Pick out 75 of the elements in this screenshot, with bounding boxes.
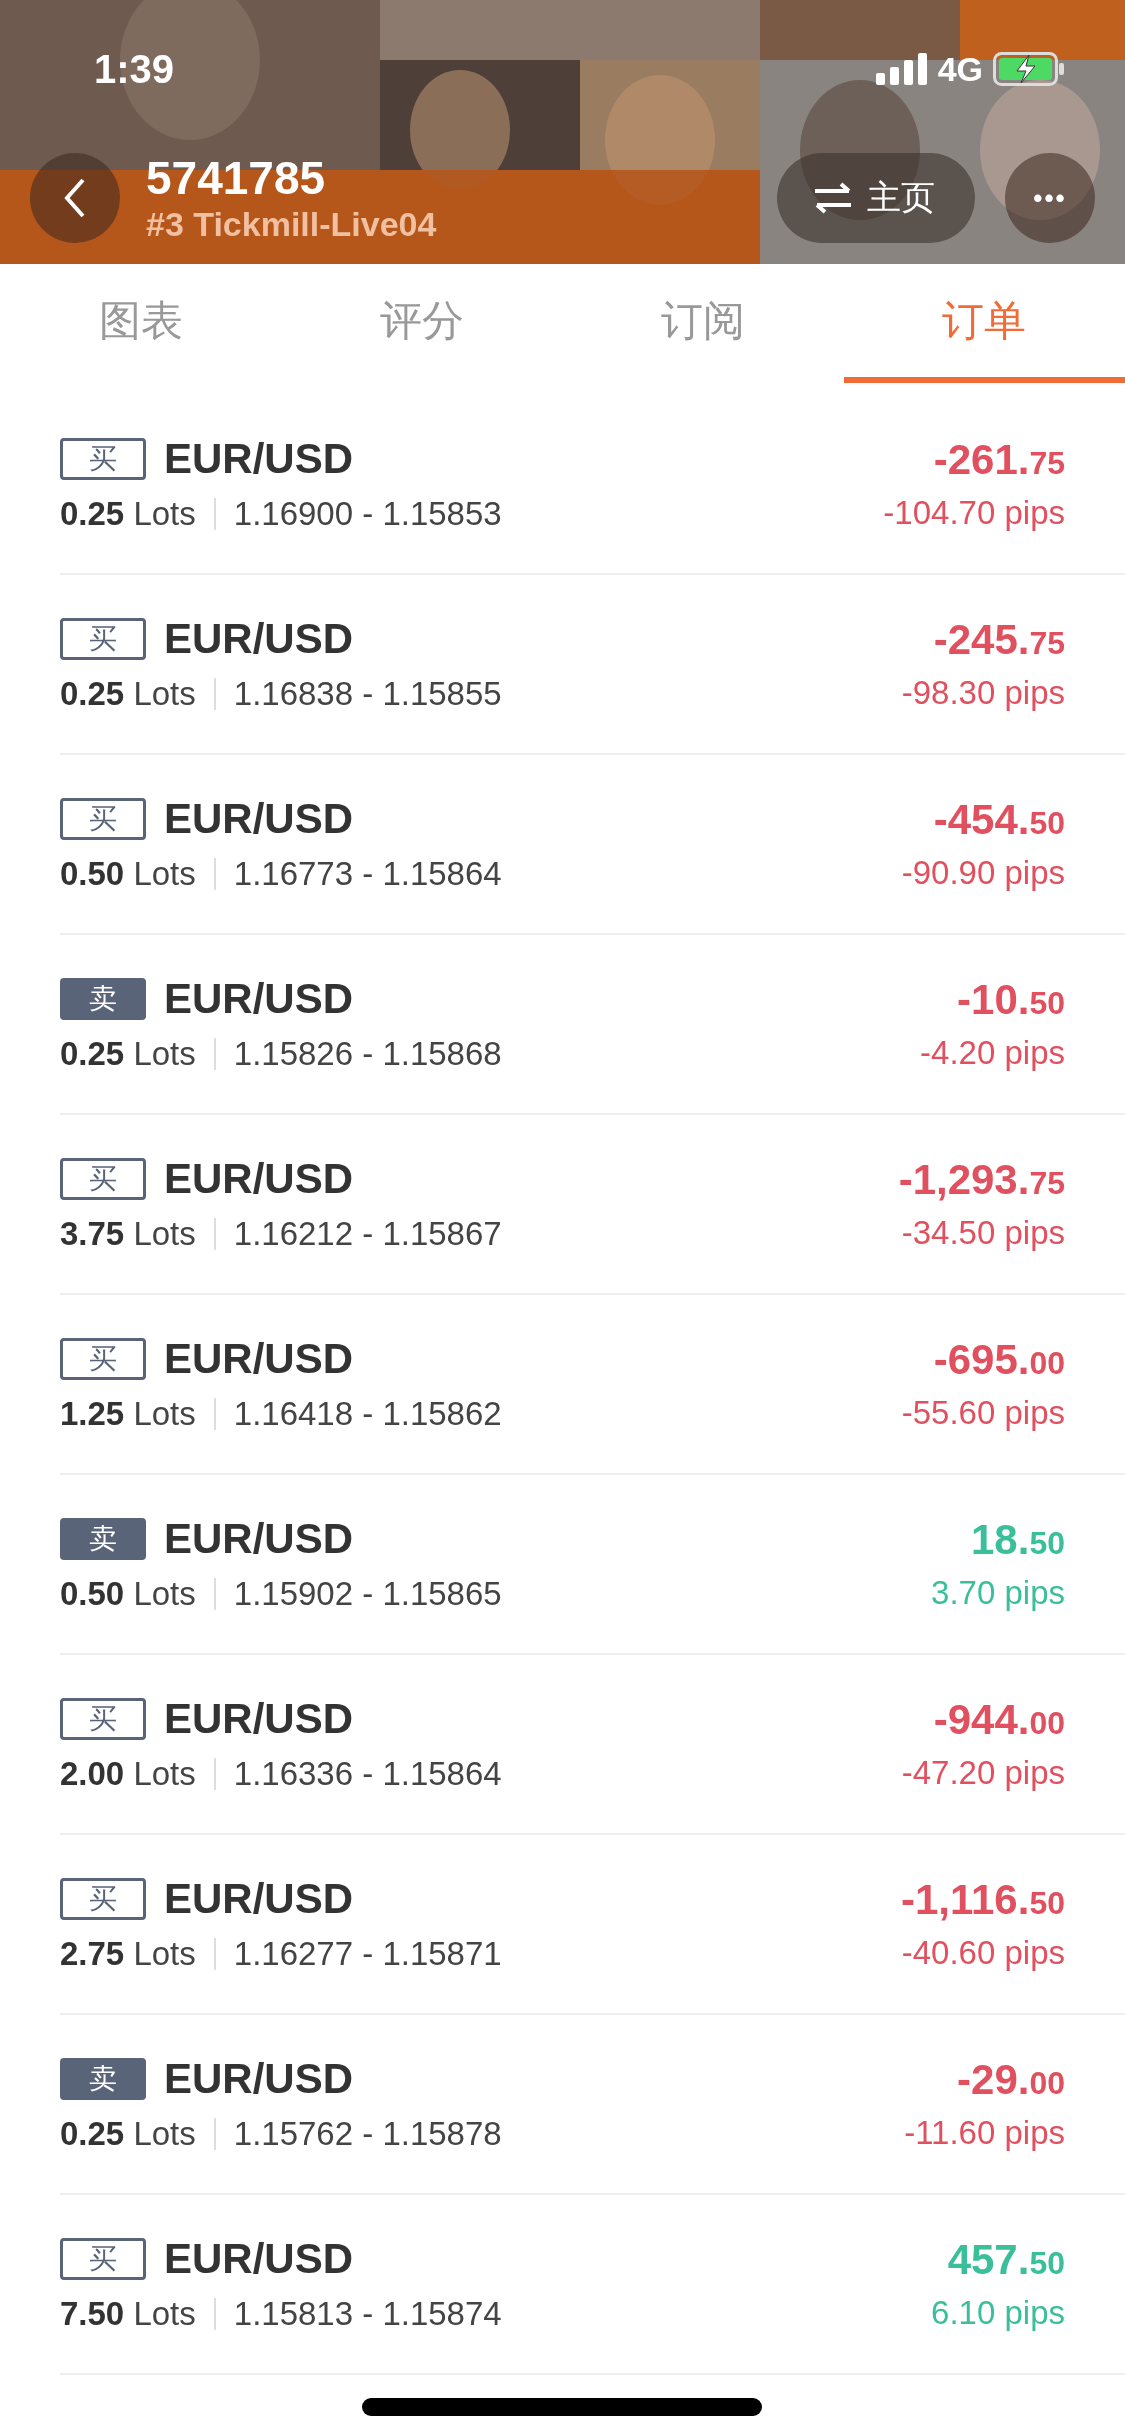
lot-size: 0.25 Lots bbox=[60, 1035, 196, 1073]
profit-amount: -29.00 bbox=[957, 2056, 1065, 2104]
symbol: EUR/USD bbox=[164, 2055, 354, 2103]
symbol: EUR/USD bbox=[164, 435, 354, 483]
pips-value: -55.60 pips bbox=[901, 1394, 1065, 1432]
symbol: EUR/USD bbox=[164, 2235, 354, 2283]
price-range: 1.16212 - 1.15867 bbox=[233, 1215, 502, 1253]
profit-amount: -1,116.50 bbox=[900, 1876, 1065, 1924]
lot-size: 7.50 Lots bbox=[60, 2295, 196, 2333]
profit-amount: -245.75 bbox=[933, 616, 1065, 664]
profit-amount: 457.50 bbox=[947, 2236, 1065, 2284]
pips-value: 6.10 pips bbox=[931, 2294, 1065, 2332]
pips-value: -47.20 pips bbox=[901, 1754, 1065, 1792]
lot-size: 0.50 Lots bbox=[60, 1575, 196, 1613]
side-tag: 买 bbox=[60, 2238, 146, 2280]
pips-value: -34.50 pips bbox=[901, 1214, 1065, 1252]
symbol: EUR/USD bbox=[164, 975, 354, 1023]
price-range: 1.15902 - 1.15865 bbox=[233, 1575, 502, 1613]
profit-amount: -1,293.75 bbox=[898, 1156, 1065, 1204]
price-range: 1.15813 - 1.15874 bbox=[233, 2295, 502, 2333]
side-tag: 买 bbox=[60, 798, 146, 840]
lot-size: 0.25 Lots bbox=[60, 675, 196, 713]
side-tag: 买 bbox=[60, 1878, 146, 1920]
price-range: 1.15762 - 1.15878 bbox=[233, 2115, 502, 2153]
symbol: EUR/USD bbox=[164, 795, 354, 843]
price-range: 1.16277 - 1.15871 bbox=[233, 1935, 502, 1973]
side-tag: 卖 bbox=[60, 978, 146, 1020]
symbol: EUR/USD bbox=[164, 1155, 354, 1203]
lot-size: 3.75 Lots bbox=[60, 1215, 196, 1253]
pips-value: -104.70 pips bbox=[883, 494, 1065, 532]
pips-value: -98.30 pips bbox=[901, 674, 1065, 712]
home-button[interactable]: 主页 bbox=[777, 153, 975, 243]
lot-size: 0.50 Lots bbox=[60, 855, 196, 893]
side-tag: 买 bbox=[60, 618, 146, 660]
price-range: 1.15826 - 1.15868 bbox=[233, 1035, 502, 1073]
signal-icon bbox=[875, 53, 928, 85]
profit-amount: -261.75 bbox=[933, 436, 1065, 484]
profit-amount: -695.00 bbox=[933, 1336, 1065, 1384]
side-tag: 买 bbox=[60, 1158, 146, 1200]
symbol: EUR/USD bbox=[164, 1515, 354, 1563]
side-tag: 卖 bbox=[60, 1518, 146, 1560]
network-label: 4G bbox=[937, 49, 983, 89]
account-number: 5741785 bbox=[146, 152, 327, 204]
price-range: 1.16418 - 1.15862 bbox=[233, 1395, 502, 1433]
symbol: EUR/USD bbox=[164, 1875, 354, 1923]
pips-value: 3.70 pips bbox=[931, 1574, 1065, 1612]
price-range: 1.16838 - 1.15855 bbox=[233, 675, 502, 713]
lot-size: 0.25 Lots bbox=[60, 2115, 196, 2153]
symbol: EUR/USD bbox=[164, 1335, 354, 1383]
profit-amount: -10.50 bbox=[957, 976, 1065, 1024]
pips-value: -40.60 pips bbox=[901, 1934, 1065, 1972]
lot-size: 1.25 Lots bbox=[60, 1395, 196, 1433]
side-tag: 买 bbox=[60, 1698, 146, 1740]
pips-value: -11.60 pips bbox=[904, 2114, 1065, 2152]
battery-charging-icon bbox=[993, 52, 1065, 86]
price-range: 1.16336 - 1.15864 bbox=[233, 1755, 502, 1793]
server-name: #3 Tickmill-Live04 bbox=[146, 204, 438, 244]
symbol: EUR/USD bbox=[164, 1695, 354, 1743]
profit-amount: 18.50 bbox=[971, 1516, 1065, 1564]
more-button[interactable]: ••• bbox=[1005, 153, 1095, 243]
price-range: 1.16900 - 1.15853 bbox=[233, 495, 502, 533]
side-tag: 买 bbox=[60, 438, 146, 480]
swap-arrows-icon bbox=[813, 181, 853, 215]
lot-size: 2.75 Lots bbox=[60, 1935, 196, 1973]
profit-amount: -454.50 bbox=[933, 796, 1065, 844]
status-time: 1:39 bbox=[94, 46, 175, 92]
symbol: EUR/USD bbox=[164, 615, 354, 663]
lot-size: 2.00 Lots bbox=[60, 1755, 196, 1793]
side-tag: 买 bbox=[60, 1338, 146, 1380]
pips-value: -90.90 pips bbox=[901, 854, 1065, 892]
price-range: 1.16773 - 1.15864 bbox=[233, 855, 502, 893]
lot-size: 0.25 Lots bbox=[60, 495, 196, 533]
side-tag: 卖 bbox=[60, 2058, 146, 2100]
pips-value: -4.20 pips bbox=[920, 1034, 1065, 1072]
profit-amount: -944.00 bbox=[933, 1696, 1065, 1744]
